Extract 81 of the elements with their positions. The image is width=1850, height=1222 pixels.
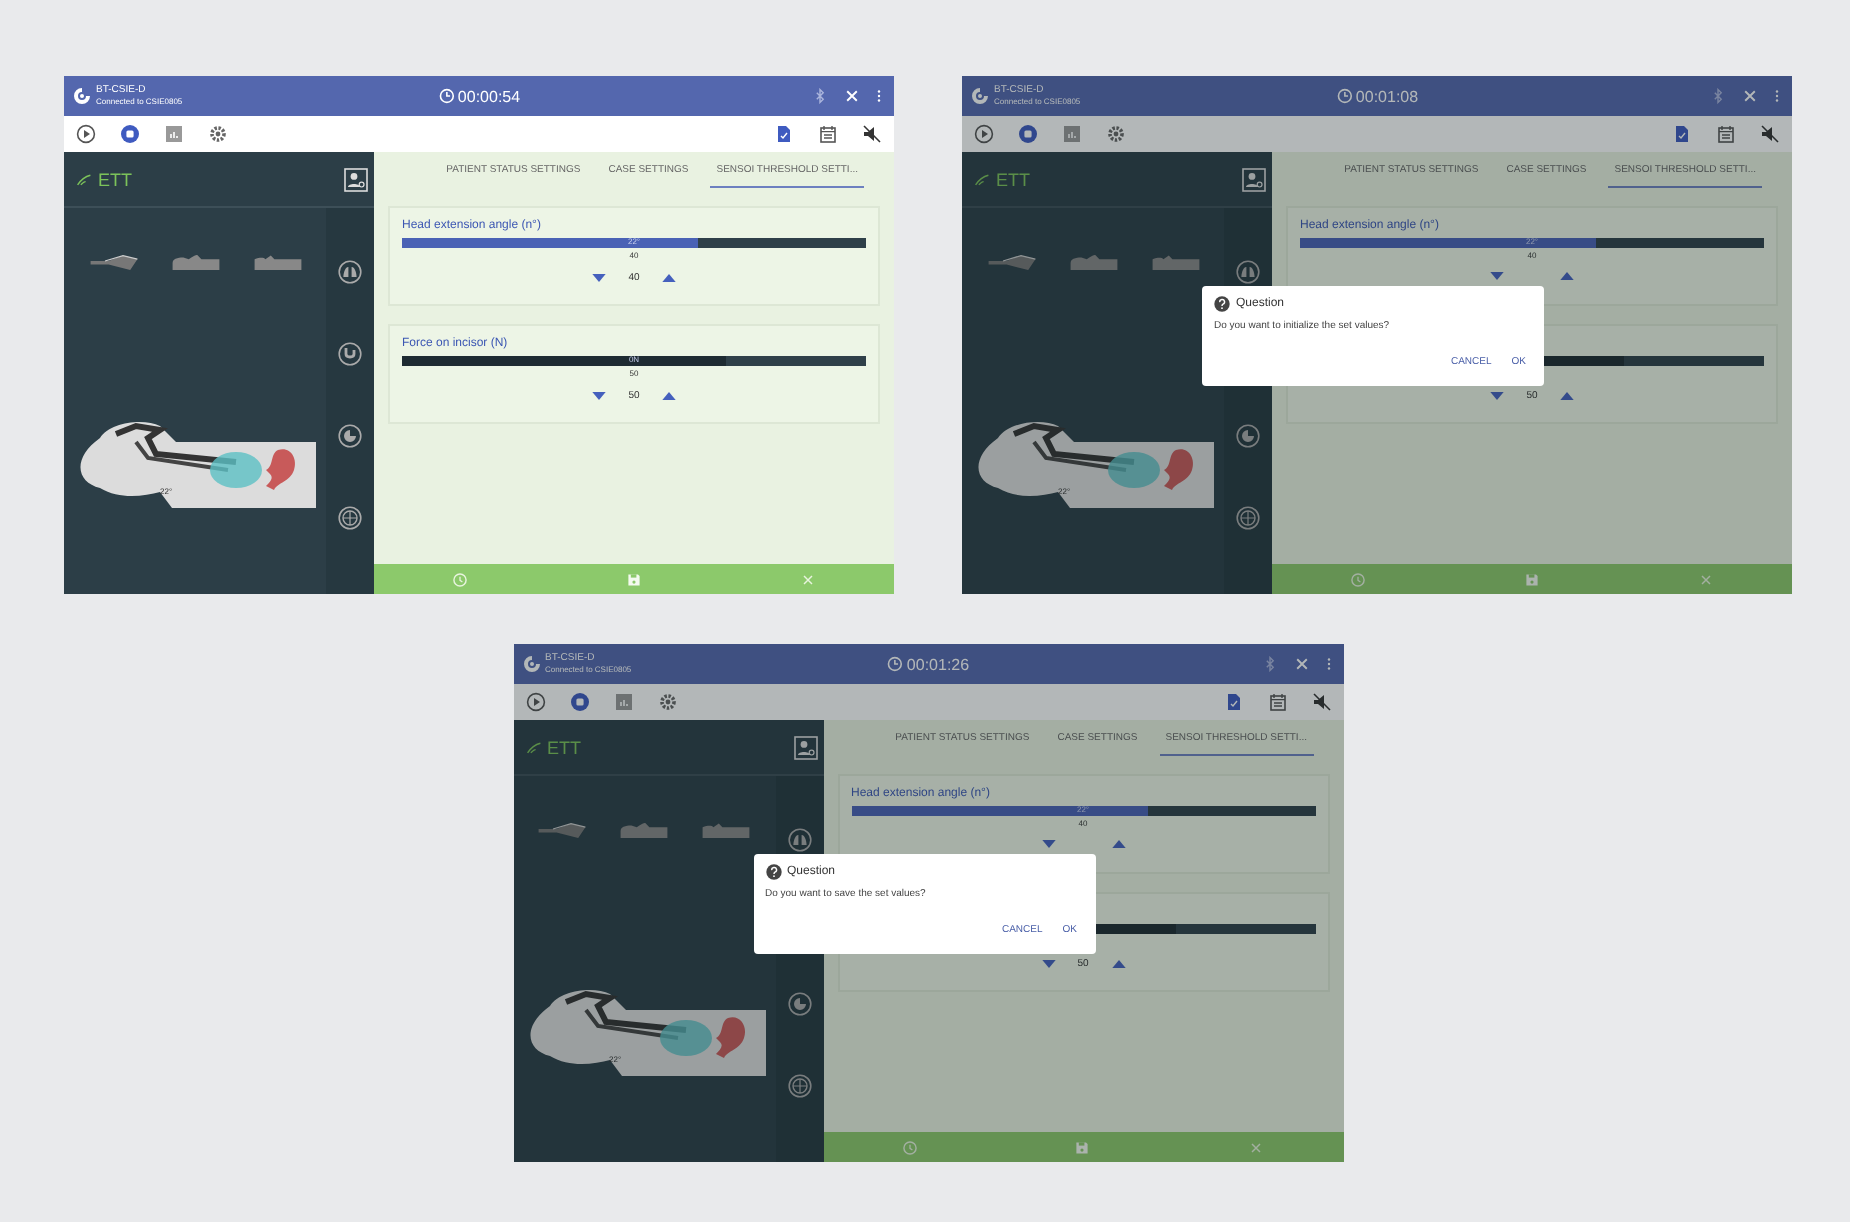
stop-icon[interactable] <box>1018 124 1038 144</box>
chart-icon[interactable] <box>164 124 184 144</box>
gauge-icon[interactable] <box>787 992 811 1016</box>
elapsed-time: 00:00:54 <box>457 87 521 105</box>
more-menu-icon[interactable] <box>1325 656 1331 672</box>
increase-icon[interactable] <box>1111 840 1125 848</box>
decrease-icon[interactable] <box>1041 960 1055 968</box>
clock-icon <box>437 88 454 104</box>
bluetooth-icon[interactable] <box>812 88 828 104</box>
head-model-drawing <box>249 252 305 270</box>
more-menu-icon[interactable] <box>876 88 882 104</box>
close-icon[interactable] <box>844 88 860 104</box>
mute-icon[interactable] <box>862 124 882 144</box>
decrease-icon[interactable] <box>592 392 606 400</box>
tube-icon <box>974 171 990 187</box>
patient-settings-icon[interactable] <box>344 167 368 191</box>
calendar-icon[interactable] <box>1716 124 1736 144</box>
laryngoscope-drawing <box>983 252 1039 270</box>
increase-icon[interactable] <box>662 274 676 282</box>
decrease-icon[interactable] <box>1490 272 1504 280</box>
play-icon[interactable] <box>76 124 96 144</box>
lungs-icon[interactable] <box>1236 260 1260 284</box>
lungs-icon[interactable] <box>338 260 362 284</box>
decrease-icon[interactable] <box>592 274 606 282</box>
bluetooth-icon[interactable] <box>1710 88 1726 104</box>
increase-icon[interactable] <box>662 392 676 400</box>
calendar-icon[interactable] <box>1267 692 1287 712</box>
elapsed-time: 00:01:26 <box>906 655 970 673</box>
question-icon <box>1214 296 1230 312</box>
head-model-drawing <box>616 820 672 838</box>
clock-icon <box>1335 88 1352 104</box>
stop-icon[interactable] <box>120 124 140 144</box>
settings-icon[interactable] <box>208 124 228 144</box>
head-model-drawing <box>1065 252 1121 270</box>
clock-icon <box>886 656 903 672</box>
play-icon[interactable] <box>974 124 994 144</box>
increase-icon[interactable] <box>1111 960 1125 968</box>
bluetooth-icon[interactable] <box>1261 656 1277 672</box>
patient-settings-icon[interactable] <box>793 735 817 759</box>
device-title: ETT <box>98 169 132 189</box>
close-icon[interactable] <box>1742 88 1758 104</box>
device-title: ETT <box>996 169 1030 189</box>
laryngoscope-drawing <box>534 820 590 838</box>
mute-icon[interactable] <box>1760 124 1780 144</box>
document-icon[interactable] <box>774 124 794 144</box>
question-icon <box>765 864 781 880</box>
play-icon[interactable] <box>525 692 545 712</box>
stomach-icon[interactable] <box>338 342 362 366</box>
device-title: ETT <box>547 737 581 757</box>
document-icon[interactable] <box>1223 692 1243 712</box>
decrease-icon[interactable] <box>1490 392 1504 400</box>
settings-icon[interactable] <box>657 692 677 712</box>
logo-icon <box>521 654 541 674</box>
head-model-drawing <box>698 820 754 838</box>
settings-icon[interactable] <box>1106 124 1126 144</box>
lungs-icon[interactable] <box>787 828 811 852</box>
elapsed-time: 00:01:08 <box>1355 87 1419 105</box>
ball-icon[interactable] <box>1236 506 1260 530</box>
logo-icon <box>970 86 990 106</box>
gauge-icon[interactable] <box>1236 424 1260 448</box>
more-menu-icon[interactable] <box>1774 88 1780 104</box>
increase-icon[interactable] <box>1560 392 1574 400</box>
tube-icon <box>525 739 541 755</box>
document-icon[interactable] <box>1672 124 1692 144</box>
increase-icon[interactable] <box>1560 272 1574 280</box>
tube-icon <box>76 171 92 187</box>
laryngoscope-drawing <box>85 252 141 270</box>
logo-icon <box>72 86 92 106</box>
calendar-icon[interactable] <box>818 124 838 144</box>
head-model-drawing <box>167 252 223 270</box>
close-icon[interactable] <box>1293 656 1309 672</box>
ball-icon[interactable] <box>338 506 362 530</box>
ball-icon[interactable] <box>787 1074 811 1098</box>
head-model-drawing <box>1147 252 1203 270</box>
chart-icon[interactable] <box>1062 124 1082 144</box>
mute-icon[interactable] <box>1311 692 1331 712</box>
decrease-icon[interactable] <box>1041 840 1055 848</box>
gauge-icon[interactable] <box>338 424 362 448</box>
chart-icon[interactable] <box>613 692 633 712</box>
patient-settings-icon[interactable] <box>1242 167 1266 191</box>
stop-icon[interactable] <box>569 692 589 712</box>
